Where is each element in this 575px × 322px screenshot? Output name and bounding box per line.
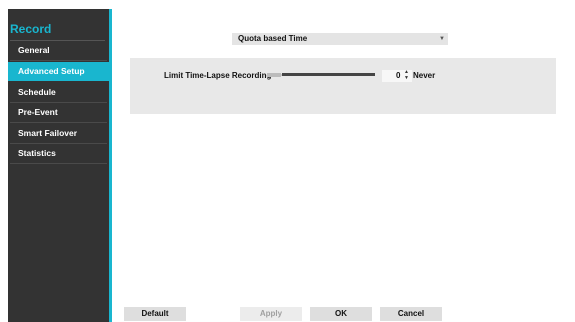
time-lapse-label: Limit Time-Lapse Recording [164,71,272,80]
divider [10,60,107,61]
sidebar-item-label: Advanced Setup [18,66,85,76]
time-lapse-slider-handle[interactable] [267,73,281,77]
sidebar-title: Record [10,22,52,36]
time-lapse-value: 0 [396,71,401,80]
divider [10,122,107,123]
time-lapse-slider-fill [282,73,375,76]
settings-panel [130,58,556,114]
chevron-down-icon: ▼ [439,36,445,42]
sidebar-item-pre-event[interactable]: Pre-Event [8,103,109,123]
sidebar-item-smart-failover[interactable]: Smart Failover [8,124,109,144]
sidebar-item-label: Smart Failover [18,128,78,138]
divider [10,163,107,164]
stepper-arrows-icon[interactable]: ▲ ▼ [404,69,409,81]
sidebar-item-label: Schedule [18,87,56,97]
time-lapse-unit: Never [413,71,436,80]
sidebar-item-statistics[interactable]: Statistics [8,144,109,164]
sidebar-item-advanced-setup[interactable]: Advanced Setup [8,62,112,81]
sidebar-item-label: Statistics [18,148,56,158]
content-area [112,9,566,322]
sidebar-item-general[interactable]: General [8,41,109,61]
time-lapse-stepper[interactable]: 0 ▲ ▼ [382,69,412,82]
sidebar-item-schedule[interactable]: Schedule [8,83,109,103]
cancel-button[interactable]: Cancel [380,307,442,321]
mode-select[interactable]: Quota based Time ▼ [232,33,448,45]
sidebar-item-label: Pre-Event [18,107,58,117]
mode-select-value: Quota based Time [238,34,308,43]
sidebar-item-label: General [18,45,50,55]
apply-button[interactable]: Apply [240,307,302,321]
default-button[interactable]: Default [124,307,186,321]
ok-button[interactable]: OK [310,307,372,321]
